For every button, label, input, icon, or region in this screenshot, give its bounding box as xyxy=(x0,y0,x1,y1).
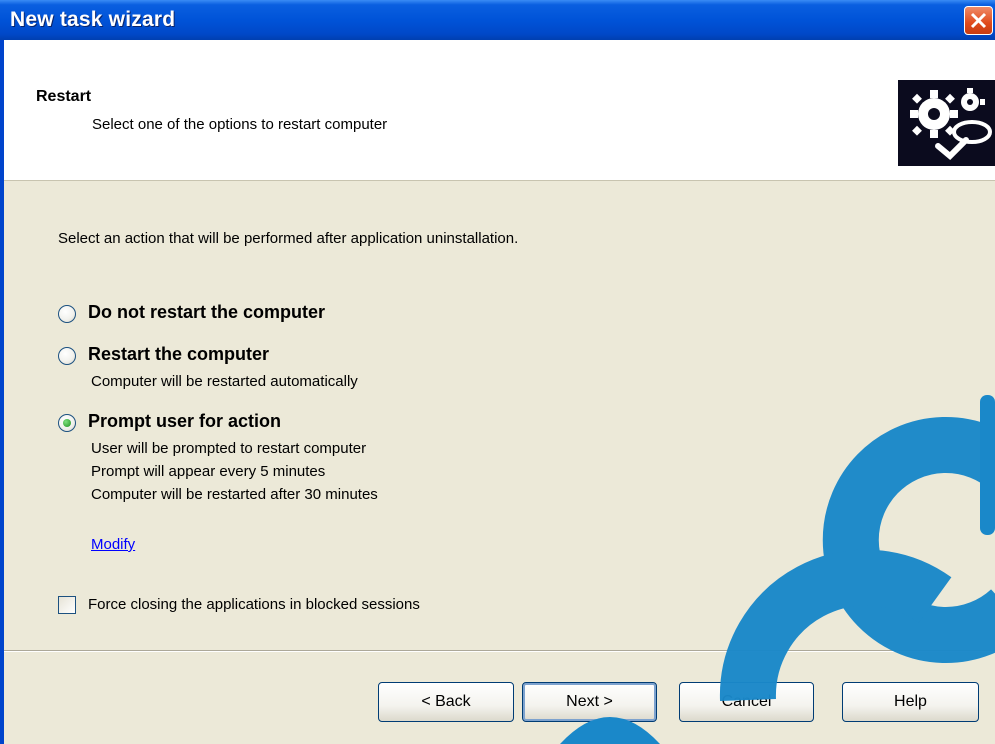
restart-detail: Computer will be restarted automatically xyxy=(91,373,358,390)
wizard-header: Restart Select one of the options to res… xyxy=(4,40,995,181)
page-title: Restart xyxy=(36,88,92,105)
close-icon xyxy=(970,12,987,29)
force-close-checkbox[interactable] xyxy=(58,596,76,614)
radio-label-do-not-restart[interactable]: Do not restart the computer xyxy=(88,302,325,323)
help-button[interactable]: Help xyxy=(842,682,979,722)
cancel-button[interactable]: Cancel xyxy=(679,682,814,722)
close-button[interactable] xyxy=(964,6,993,35)
button-separator xyxy=(4,650,995,652)
gears-icon xyxy=(898,80,995,166)
prompt-detail-2: Prompt will appear every 5 minutes xyxy=(91,463,326,480)
radio-prompt-user[interactable] xyxy=(58,414,76,432)
radio-label-restart[interactable]: Restart the computer xyxy=(88,344,269,365)
radio-label-prompt-user[interactable]: Prompt user for action xyxy=(88,411,281,432)
title-bar[interactable]: New task wizard xyxy=(0,0,995,40)
prompt-detail-1: User will be prompted to restart compute… xyxy=(91,440,367,457)
force-close-label[interactable]: Force closing the applications in blocke… xyxy=(88,596,420,613)
modify-link[interactable]: Modify xyxy=(91,536,135,553)
page-subtitle: Select one of the options to restart com… xyxy=(92,116,388,133)
window-title: New task wizard xyxy=(10,8,176,31)
instruction-text: Select an action that will be performed … xyxy=(58,230,519,247)
next-button[interactable]: Next > xyxy=(522,682,657,722)
radio-restart[interactable] xyxy=(58,347,76,365)
prompt-detail-3: Computer will be restarted after 30 minu… xyxy=(91,486,378,503)
radio-do-not-restart[interactable] xyxy=(58,305,76,323)
back-button[interactable]: < Back xyxy=(378,682,514,722)
